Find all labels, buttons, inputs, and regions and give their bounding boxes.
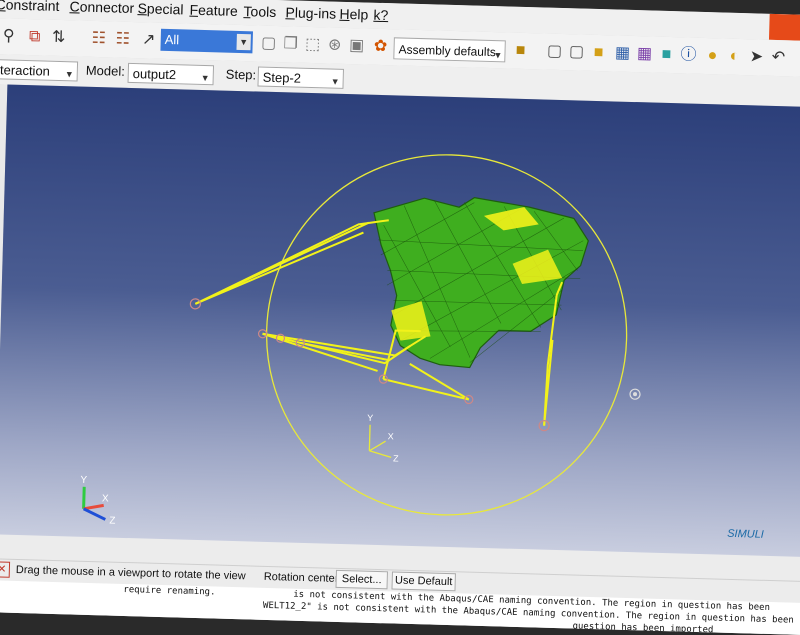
local-triad-y: Y: [367, 413, 373, 423]
chevron-down-icon: ▼: [330, 76, 340, 87]
front-view-icon[interactable]: ▢: [566, 42, 587, 63]
circle-option-icon[interactable]: ●: [702, 46, 723, 67]
model-label: Model:: [85, 62, 126, 79]
wireframe-icon[interactable]: ▦: [612, 43, 633, 64]
model-value: output2: [132, 66, 177, 83]
use-default-button[interactable]: Use Default: [391, 571, 456, 592]
fit-view-icon[interactable]: ⧉: [24, 27, 45, 48]
pointer-icon[interactable]: ↗: [138, 30, 159, 51]
select-entities-icon[interactable]: ▢: [258, 34, 279, 55]
menu-help[interactable]: Help: [339, 6, 368, 23]
global-triad-x: X: [102, 493, 109, 504]
menu-context-help[interactable]: k?: [373, 7, 388, 23]
global-triad-y: Y: [80, 475, 87, 486]
ladder-alt-icon[interactable]: ☷: [112, 29, 133, 50]
menu-feature[interactable]: Feature: [189, 2, 238, 19]
select-region-icon[interactable]: ❐: [280, 34, 301, 55]
info-icon[interactable]: ⓘ: [678, 45, 699, 66]
menu-special[interactable]: Special: [137, 0, 183, 17]
rotation-center-icon[interactable]: [629, 388, 641, 400]
render-style-select[interactable]: Assembly defaults ▼: [393, 37, 506, 63]
hidden-line-icon[interactable]: ▦: [634, 44, 655, 65]
meshed-part[interactable]: [370, 195, 590, 371]
simulia-logo: SIMULI: [727, 528, 764, 541]
menu-plug-ins[interactable]: Plug-ins: [285, 4, 336, 21]
shaded-icon[interactable]: ■: [656, 45, 677, 66]
menu-connector[interactable]: Connector: [69, 0, 134, 16]
select-in-out-icon[interactable]: ▣: [346, 36, 367, 57]
step-select[interactable]: Step-2 ▼: [257, 66, 344, 89]
module-value: nteraction: [0, 62, 51, 79]
cycle-views-icon[interactable]: ⇅: [48, 28, 69, 49]
rotation-center-label: Rotation center:: [263, 570, 342, 586]
selection-options-icon[interactable]: ⊛: [324, 35, 345, 56]
selection-filter-select[interactable]: All ▼: [160, 28, 254, 54]
chevron-down-icon: ▼: [64, 69, 74, 80]
drag-shape-icon[interactable]: ⬚: [302, 35, 323, 56]
menu-constraint[interactable]: Constraint: [0, 0, 60, 14]
message-line: require renaming.: [123, 584, 216, 598]
chevron-down-icon: ▼: [493, 50, 503, 61]
prompt-instruction: Drag the mouse in a viewport to rotate t…: [15, 563, 246, 583]
local-triad-z: Z: [393, 453, 399, 463]
cancel-icon[interactable]: ✕: [0, 561, 11, 578]
viewport[interactable]: Y X Z Y X Z SIMULI: [0, 84, 800, 558]
model-canvas[interactable]: Y X Z Y X Z SIMULI: [0, 85, 800, 558]
ladder-icon[interactable]: ☷: [88, 29, 109, 50]
iso-view-icon[interactable]: ▢: [544, 42, 565, 63]
top-view-icon[interactable]: ■: [588, 43, 609, 64]
undo-icon[interactable]: ↶: [768, 48, 789, 69]
selection-filter-value: All: [164, 31, 180, 48]
step-label: Step:: [225, 66, 257, 83]
zoom-box-icon[interactable]: ⚲: [0, 26, 19, 47]
render-style-value: Assembly defaults: [398, 42, 497, 60]
global-triad-z: Z: [109, 516, 115, 527]
query-icon[interactable]: ➤: [746, 47, 767, 68]
color-code-icon[interactable]: ■: [510, 41, 531, 62]
chevron-down-icon: ▼: [200, 72, 210, 84]
color-palette-icon[interactable]: ✿: [370, 37, 391, 58]
step-value: Step-2: [262, 69, 302, 86]
screen: Constraint Connector Special Feature Too…: [0, 0, 800, 635]
model-select[interactable]: output2 ▼: [127, 62, 215, 86]
module-select[interactable]: nteraction ▼: [0, 58, 79, 82]
window-titlebar-accent: [768, 13, 800, 42]
menu-tools[interactable]: Tools: [243, 3, 276, 20]
chevron-down-icon: ▼: [236, 33, 251, 51]
select-button[interactable]: Select...: [335, 569, 388, 590]
circle-option-alt-icon[interactable]: ◐: [724, 47, 745, 68]
local-triad-x: X: [388, 431, 394, 441]
